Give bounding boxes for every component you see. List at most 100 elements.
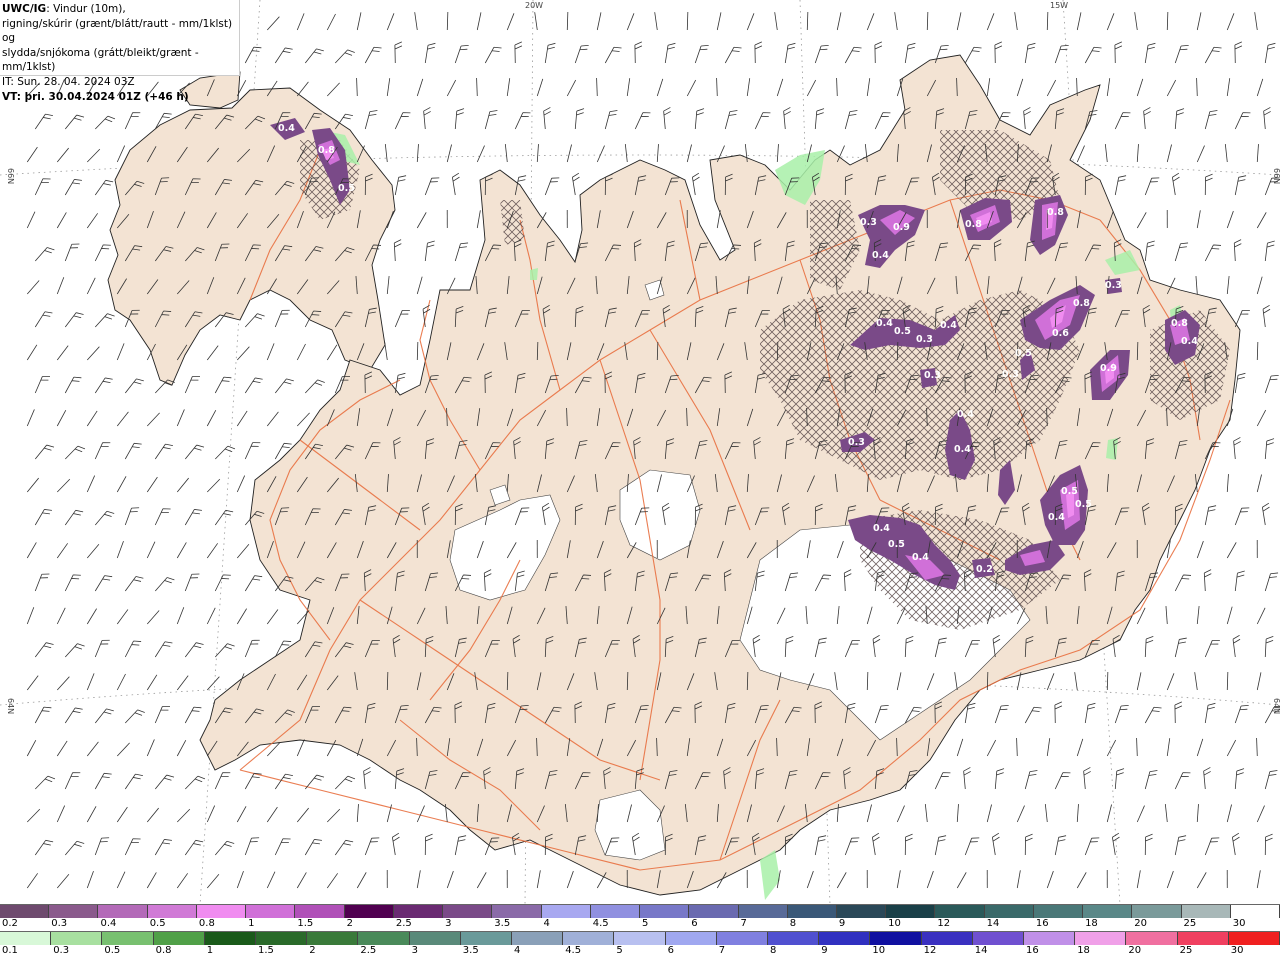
- rain-legend: 0.1 0.3 0.5 0.8 1 1.5 2 2.5 3 3.5 4 4.5 5 6 7 8 9 10 12 14 1…: [0, 931, 1280, 958]
- legend-swatch: [204, 932, 257, 945]
- legend-swatch: [460, 932, 513, 945]
- legend-swatch: [344, 905, 394, 918]
- wind-barb: [806, 11, 809, 31]
- legend-swatch: [0, 932, 52, 945]
- precip-value-label: 0.5: [1061, 486, 1078, 497]
- precip-value-label: 0.3: [1105, 280, 1122, 291]
- legend-label: 0.4: [100, 918, 117, 929]
- precip-value-label: 0.8: [1047, 207, 1064, 218]
- legend-swatch: [984, 905, 1034, 918]
- precip-value-label: 0.5: [894, 326, 911, 337]
- legend-label: 8: [770, 945, 777, 956]
- legend-swatch: [1024, 932, 1076, 945]
- precip-value-label: 0.3: [924, 370, 941, 381]
- lon-label-20w: 20W: [525, 1, 543, 10]
- legend-label: 5: [642, 918, 649, 929]
- precip-value-label: 0.2: [976, 564, 993, 575]
- wind-barb: [1046, 11, 1049, 31]
- legend-swatch: [246, 905, 296, 918]
- legend-swatch: [836, 905, 887, 918]
- precip-value-label: 0.5: [1075, 499, 1092, 510]
- valid-time-label: VT:: [2, 90, 21, 103]
- precip-value-label: 0.3: [916, 334, 933, 345]
- info-line-5: VT: þri. 30.04.2024 01Z (+46 h): [2, 90, 237, 105]
- lat-label-66n-right: 66N: [1272, 168, 1280, 184]
- legend-swatch: [819, 932, 871, 945]
- legend-swatch: [409, 932, 461, 945]
- legend-swatch: [787, 905, 837, 918]
- precip-value-label: 0.4: [872, 250, 889, 261]
- precip-value-label: 0.8: [1073, 298, 1090, 309]
- legend-label: 4: [543, 918, 550, 929]
- precip-value-label: 0.5: [1015, 348, 1032, 359]
- precip-value-label: 0.4: [876, 318, 893, 329]
- legend-label: 3: [445, 918, 452, 929]
- weather-map: 0.4 0.8 0.5 0.3 0.9 0.4 0.8 0.8 0.3 0.4 0.5 0.3 0.4 0…: [0, 0, 1280, 960]
- legend-label: 1.5: [297, 918, 314, 929]
- legend-swatch: [512, 932, 564, 945]
- legend-label: 2: [346, 918, 353, 929]
- precip-value-label: 0.8: [318, 145, 335, 156]
- legend-label: 12: [923, 945, 937, 956]
- legend-swatch: [689, 905, 739, 918]
- wind-barb: [986, 671, 989, 691]
- legend-label: 0.3: [53, 945, 70, 956]
- legend-label: 0.5: [104, 945, 121, 956]
- snow-legend: 0.2 0.3 0.4 0.5 0.8 1 1.5 2 2.5 3 3.5 4 4.5 5 6 7 8 9 10 12…: [0, 904, 1280, 931]
- legend-swatch: [1126, 932, 1178, 945]
- legend-label: 30: [1232, 918, 1246, 929]
- legend-label: 0.5: [149, 918, 166, 929]
- legend-swatch: [921, 932, 973, 945]
- legend-label: 6: [691, 918, 698, 929]
- precip-value-label: 0.5: [888, 539, 905, 550]
- wind-barb: [1166, 11, 1169, 31]
- legend-swatch: [935, 905, 985, 918]
- lat-label-66n-left: 66N: [6, 168, 15, 184]
- legend-label: 25: [1179, 945, 1193, 956]
- legend-label: 25: [1183, 918, 1197, 929]
- legend-swatch: [1228, 932, 1280, 945]
- precip-value-label: 0.4: [940, 320, 957, 331]
- legend-label: 9: [838, 918, 846, 929]
- legend-label: 2.5: [360, 945, 377, 956]
- lon-label-15w: 15W: [1050, 1, 1068, 10]
- legend-label: 18: [1077, 945, 1090, 956]
- legend-swatch: [492, 905, 542, 918]
- legend-swatch: [614, 932, 666, 945]
- wind-barb: [506, 671, 509, 691]
- wind-barb: [926, 11, 929, 31]
- wind-barb: [776, 341, 779, 361]
- precip-value-label: 0.4: [912, 552, 929, 563]
- legend-label: 16: [1026, 945, 1039, 956]
- legend-swatch: [541, 905, 591, 918]
- legend-label: 1: [206, 945, 214, 956]
- precip-value-label: 0.3: [860, 217, 877, 228]
- legend-label: 0.2: [2, 918, 18, 929]
- rain-legend-labels: 0.1 0.3 0.5 0.8 1 1.5 2 2.5 3 3.5 4 4.5 5 6 7 8 9 10 12 14 1…: [0, 945, 1280, 958]
- legend-label: 14: [974, 945, 988, 956]
- lat-label-64n-right: 64N: [1272, 698, 1280, 714]
- legend-swatch: [51, 932, 103, 945]
- info-line-1-rest: : Vindur (10m),: [46, 3, 126, 15]
- legend-swatch: [98, 905, 148, 918]
- legend-swatch: [1075, 932, 1127, 945]
- legend-swatch: [716, 932, 769, 945]
- legend-label: 3: [411, 945, 418, 956]
- rain-legend-bar: [0, 931, 1280, 945]
- legend-label: 6: [667, 945, 674, 956]
- snow-legend-bar: [0, 904, 1280, 918]
- wind-barb: [686, 11, 689, 31]
- legend-swatch: [256, 932, 308, 945]
- map-info-box: UWC/IG: Vindur (10m), rigning/skúrir (gr…: [0, 0, 240, 103]
- legend-swatch: [1181, 905, 1231, 918]
- precip-value-label: 0.9: [1100, 363, 1117, 374]
- legend-swatch: [147, 905, 197, 918]
- legend-label: 18: [1085, 918, 1098, 929]
- precip-value-label: 0.4: [957, 409, 974, 420]
- legend-swatch: [295, 905, 345, 918]
- legend-swatch: [886, 905, 936, 918]
- legend-label: 3.5: [494, 918, 511, 929]
- legend-swatch: [590, 905, 641, 918]
- legend-swatch: [49, 905, 99, 918]
- legend-swatch: [196, 905, 247, 918]
